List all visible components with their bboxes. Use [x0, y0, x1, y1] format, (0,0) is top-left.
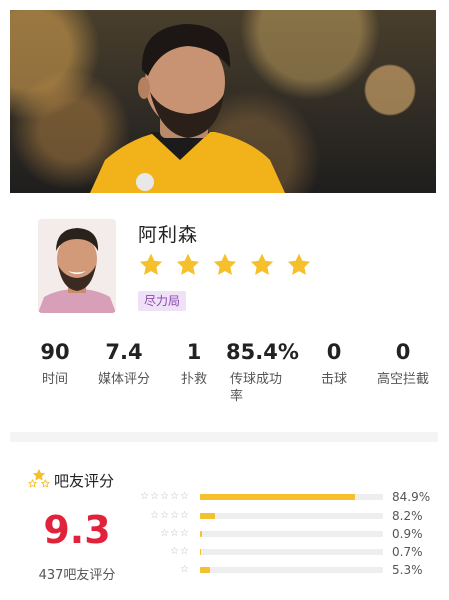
- performance-badge: 尽力局: [138, 291, 187, 311]
- fan-rating-score: 9.3: [43, 508, 111, 552]
- star-icons: ☆☆☆☆☆: [140, 491, 190, 502]
- stat-label: 扑救: [180, 372, 207, 387]
- star-icon: [213, 253, 237, 275]
- rating-percent: 5.3%: [392, 563, 423, 577]
- star-icon: [139, 253, 163, 275]
- star-icon: [287, 253, 311, 275]
- rating-percent: 8.2%: [392, 509, 423, 523]
- star-icon: [176, 253, 200, 275]
- rating-bar-fill: [200, 549, 202, 555]
- player-avatar: [38, 219, 116, 313]
- stat-pass-accuracy: 85.4% 传球成功率: [226, 340, 299, 405]
- fan-rating-title: 吧友评分: [54, 472, 115, 490]
- star-icons: ☆☆☆: [160, 528, 190, 539]
- player-star-rating: [138, 252, 312, 278]
- rating-row-2-stars: ☆☆ 0.7%: [140, 545, 430, 559]
- star-icon: [250, 253, 274, 275]
- stat-value: 1: [186, 340, 202, 364]
- stat-high-claims: 0 高空拦截: [370, 340, 436, 388]
- stars-trophy-icon: [28, 468, 50, 488]
- section-divider: [10, 432, 438, 442]
- stat-value: 90: [40, 340, 70, 364]
- stat-minutes: 90 时间: [30, 340, 80, 388]
- stat-label: 媒体评分: [97, 372, 150, 387]
- rating-bar-fill: [200, 513, 215, 519]
- stat-punches: 0 击球: [312, 340, 356, 388]
- rating-row-4-stars: ☆☆☆☆ 8.2%: [140, 509, 430, 523]
- fan-rating-count: 437吧友评分: [38, 568, 116, 583]
- rating-bar-track: [200, 494, 383, 500]
- rating-bar-track: [200, 531, 383, 537]
- stat-label: 高空拦截: [376, 372, 429, 387]
- stat-label: 击球: [320, 372, 347, 387]
- stat-label: 传球成功率: [230, 372, 283, 404]
- stat-value: 0: [326, 340, 342, 364]
- rating-percent: 0.7%: [392, 545, 423, 559]
- stat-value: 0: [395, 340, 411, 364]
- stat-value: 7.4: [105, 340, 143, 364]
- rating-bar-track: [200, 549, 383, 555]
- stat-saves: 1 扑救: [172, 340, 216, 388]
- rating-row-1-star: ☆ 5.3%: [140, 563, 430, 577]
- star-icons: ☆: [180, 564, 190, 575]
- star-icons: ☆☆☆☆: [150, 510, 190, 521]
- player-name: 阿利森: [138, 224, 199, 246]
- rating-row-3-stars: ☆☆☆ 0.9%: [140, 527, 430, 541]
- rating-bar-track: [200, 567, 383, 573]
- star-icons: ☆☆: [170, 546, 190, 557]
- rating-row-5-stars: ☆☆☆☆☆ 84.9%: [140, 490, 430, 504]
- rating-percent: 0.9%: [392, 527, 423, 541]
- stat-value: 85.4%: [226, 340, 299, 364]
- rating-percent: 84.9%: [392, 490, 431, 504]
- rating-bar-fill: [200, 531, 202, 537]
- rating-bar-fill: [200, 567, 210, 573]
- rating-bar-fill: [200, 494, 356, 500]
- rating-bar-track: [200, 513, 383, 519]
- hero-player-photo: [10, 10, 436, 193]
- stat-label: 时间: [41, 372, 68, 387]
- stat-media-rating: 7.4 媒体评分: [92, 340, 156, 388]
